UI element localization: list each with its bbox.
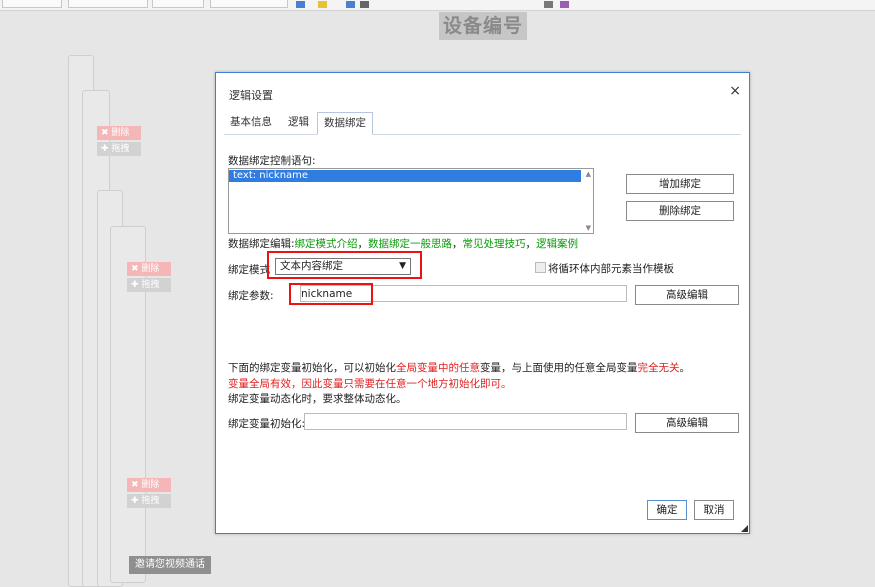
scroll-up-icon[interactable]: ▲ bbox=[586, 170, 591, 178]
drag-chip-handle[interactable]: ✚ 拖拽 bbox=[127, 494, 171, 508]
element-chip[interactable]: ✖ 删除 ✚ 拖拽 bbox=[97, 126, 141, 156]
statement-label: 数据绑定控制语句: bbox=[228, 155, 316, 167]
param-label: 绑定参数: bbox=[228, 290, 274, 302]
element-chip[interactable]: ✖ 删除 ✚ 拖拽 bbox=[127, 478, 171, 508]
separator: ， bbox=[452, 238, 463, 250]
binding-mode-value: 文本内容绑定 bbox=[280, 260, 343, 272]
toolbar-button[interactable] bbox=[68, 0, 148, 8]
advanced-edit-button-2[interactable]: 高级编辑 bbox=[635, 413, 739, 433]
binding-mode-select[interactable]: 文本内容绑定 ▼ bbox=[275, 258, 411, 275]
logic-settings-dialog: 逻辑设置 × 基本信息 逻辑 数据绑定 数据绑定控制语句: text: nick… bbox=[215, 72, 750, 534]
loop-template-checkbox[interactable] bbox=[535, 262, 546, 273]
add-binding-button[interactable]: 增加绑定 bbox=[626, 174, 734, 194]
init-note-line-2: 变量全局有效，因此变量只需要在任意一个地方初始化即可。 bbox=[228, 378, 512, 390]
loop-template-label: 将循环体内部元素当作模板 bbox=[548, 263, 674, 275]
toolbar-icon[interactable] bbox=[346, 1, 355, 8]
list-item[interactable]: text: nickname bbox=[229, 170, 581, 182]
delete-chip-button[interactable]: ✖ 删除 bbox=[127, 478, 171, 492]
binding-statement-list[interactable]: text: nickname ▲ ▼ bbox=[228, 168, 594, 234]
drag-chip-handle[interactable]: ✚ 拖拽 bbox=[97, 142, 141, 156]
toolbar-button[interactable] bbox=[210, 0, 288, 8]
delete-binding-button[interactable]: 删除绑定 bbox=[626, 201, 734, 221]
toolbar-button[interactable] bbox=[152, 0, 204, 8]
toolbar-icon[interactable] bbox=[296, 1, 305, 8]
element-chip[interactable]: ✖ 删除 ✚ 拖拽 bbox=[127, 262, 171, 292]
tab-bar: 基本信息 逻辑 数据绑定 bbox=[224, 112, 741, 135]
toolbar-button[interactable] bbox=[2, 0, 62, 8]
mode-highlight: 文本内容绑定 ▼ bbox=[267, 251, 422, 279]
note-text: 下面的绑定变量初始化，可以初始化 bbox=[228, 362, 396, 374]
edit-prefix: 数据绑定编辑: bbox=[228, 238, 295, 250]
init-note-line-1: 下面的绑定变量初始化，可以初始化全局变量中的任意变量，与上面使用的任意全局变量完… bbox=[228, 360, 690, 375]
chevron-down-icon: ▼ bbox=[399, 261, 406, 271]
advanced-edit-button[interactable]: 高级编辑 bbox=[635, 285, 739, 305]
toolbar-icon[interactable] bbox=[544, 1, 553, 8]
note-red-text: 完全无关 bbox=[637, 362, 680, 374]
resize-handle-icon[interactable] bbox=[741, 525, 748, 532]
top-toolbar bbox=[0, 0, 875, 11]
note-text: 变量，与上面使用的任意全局变量 bbox=[480, 362, 638, 374]
link-common-tips[interactable]: 常见处理技巧 bbox=[463, 238, 526, 250]
init-note-line-3: 绑定变量动态化时，要求整体动态化。 bbox=[228, 393, 407, 405]
binding-param-value: nickname bbox=[301, 288, 353, 300]
tab-basic-info[interactable]: 基本信息 bbox=[224, 112, 278, 133]
toolbar-icon[interactable] bbox=[360, 1, 369, 8]
init-label: 绑定变量初始化: bbox=[228, 418, 306, 430]
delete-chip-button[interactable]: ✖ 删除 bbox=[127, 262, 171, 276]
mode-label: 绑定模式 bbox=[228, 264, 270, 276]
dialog-title: 逻辑设置 bbox=[229, 89, 273, 102]
delete-chip-button[interactable]: ✖ 删除 bbox=[97, 126, 141, 140]
tab-data-binding[interactable]: 数据绑定 bbox=[317, 112, 373, 135]
page-title: 设备编号 bbox=[439, 12, 527, 40]
separator: ， bbox=[525, 238, 537, 250]
binding-edit-help: 数据绑定编辑:绑定模式介绍，数据绑定一般思路，常见处理技巧，逻辑案例 bbox=[228, 236, 578, 251]
cancel-button[interactable]: 取消 bbox=[694, 500, 734, 520]
drag-chip-handle[interactable]: ✚ 拖拽 bbox=[127, 278, 171, 292]
separator: ， bbox=[357, 238, 369, 250]
close-icon[interactable]: × bbox=[729, 83, 741, 99]
init-variable-input[interactable] bbox=[304, 413, 627, 430]
tab-logic[interactable]: 逻辑 bbox=[282, 112, 315, 133]
ok-button[interactable]: 确定 bbox=[647, 500, 687, 520]
note-red-text: 全局变量中的任意 bbox=[396, 362, 480, 374]
link-binding-general-idea[interactable]: 数据绑定一般思路 bbox=[368, 238, 452, 250]
note-text: 。 bbox=[679, 362, 691, 374]
toolbar-icon[interactable] bbox=[318, 1, 327, 8]
video-call-button[interactable]: 邀请您视频通话 bbox=[129, 556, 211, 574]
scroll-down-icon[interactable]: ▼ bbox=[586, 224, 591, 232]
toolbar-icon[interactable] bbox=[560, 1, 569, 8]
param-highlight: nickname bbox=[289, 283, 373, 305]
link-binding-mode-intro[interactable]: 绑定模式介绍 bbox=[295, 238, 358, 250]
link-logic-cases[interactable]: 逻辑案例 bbox=[536, 238, 578, 250]
